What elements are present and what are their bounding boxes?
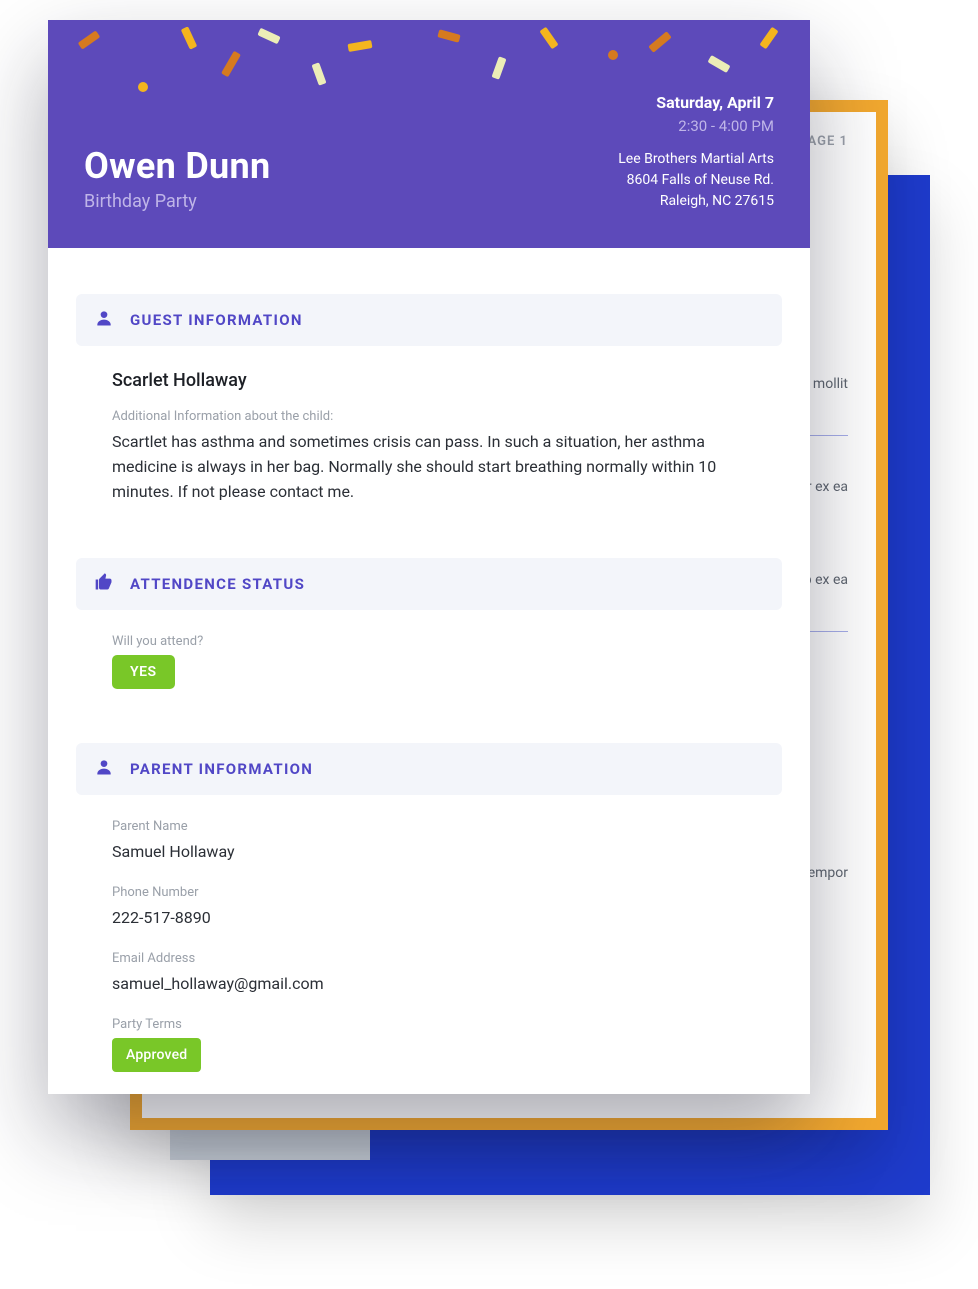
event-venue: Lee Brothers Martial Arts: [618, 149, 774, 170]
page-title: Owen Dunn: [84, 145, 270, 187]
document-header: Owen Dunn Birthday Party Saturday, April…: [48, 20, 810, 248]
attend-status-badge: YES: [112, 655, 175, 689]
field-email: Email Address samuel_hollaway@gmail.com: [112, 951, 746, 997]
confetti-icon: [181, 26, 198, 49]
field-party-terms: Party Terms Approved: [112, 1017, 746, 1072]
event-block: Saturday, April 7 2:30 - 4:00 PM Lee Bro…: [618, 91, 774, 213]
page-subtitle: Birthday Party: [84, 191, 270, 212]
field-value: 222-517-8890: [112, 906, 746, 931]
section-header-attendance: ATTENDENCE STATUS: [76, 558, 782, 610]
confetti-icon: [608, 50, 618, 60]
field-value: samuel_hollaway@gmail.com: [112, 972, 746, 997]
confetti-icon: [257, 28, 280, 45]
field-label: Party Terms: [112, 1017, 746, 1032]
guest-content: Scarlet Hollaway Additional Information …: [76, 370, 782, 558]
section-header-guest: GUEST INFORMATION: [76, 294, 782, 346]
field-label: Phone Number: [112, 885, 746, 900]
parent-content: Parent Name Samuel Hollaway Phone Number…: [76, 819, 782, 1094]
field-value: Scartlet has asthma and sometimes crisis…: [112, 430, 746, 504]
field-label: Email Address: [112, 951, 746, 966]
confetti-icon: [221, 51, 241, 78]
section-title: GUEST INFORMATION: [130, 311, 303, 329]
confetti-icon: [491, 56, 506, 79]
person-icon: [94, 308, 114, 332]
section-header-parent: PARENT INFORMATION: [76, 743, 782, 795]
section-title: PARENT INFORMATION: [130, 760, 313, 778]
background-doc-gray-strip: [170, 1130, 370, 1160]
field-label: Will you attend?: [112, 634, 746, 649]
event-date: Saturday, April 7: [618, 91, 774, 115]
stage: AGE 1 empor ostrud e irure ariatur. moll…: [0, 0, 978, 1289]
confetti-icon: [78, 30, 101, 49]
event-time: 2:30 - 4:00 PM: [618, 115, 774, 138]
person-icon: [94, 757, 114, 781]
field-label: Parent Name: [112, 819, 746, 834]
thumbs-up-icon: [94, 572, 114, 596]
confetti-icon: [347, 40, 372, 52]
title-block: Owen Dunn Birthday Party: [84, 145, 270, 212]
confetti-icon: [311, 62, 326, 85]
field-label: Additional Information about the child:: [112, 409, 746, 424]
field-additional-info: Additional Information about the child: …: [112, 409, 746, 504]
section-title: ATTENDENCE STATUS: [130, 575, 305, 593]
confetti-icon: [648, 31, 672, 53]
confetti-icon: [707, 55, 730, 73]
event-address-line1: 8604 Falls of Neuse Rd.: [618, 170, 774, 191]
confetti-icon: [759, 27, 778, 50]
document-body: GUEST INFORMATION Scarlet Hollaway Addit…: [48, 248, 810, 1094]
field-attend: Will you attend? YES: [112, 634, 746, 689]
event-address-line2: Raleigh, NC 27615: [618, 191, 774, 212]
attendance-content: Will you attend? YES: [76, 634, 782, 743]
field-phone: Phone Number 222-517-8890: [112, 885, 746, 931]
confetti-icon: [437, 29, 460, 42]
confetti-icon: [539, 27, 558, 50]
main-document: Owen Dunn Birthday Party Saturday, April…: [48, 20, 810, 1094]
party-terms-badge: Approved: [112, 1038, 201, 1072]
guest-name: Scarlet Hollaway: [112, 370, 746, 391]
field-value: Samuel Hollaway: [112, 840, 746, 865]
field-parent-name: Parent Name Samuel Hollaway: [112, 819, 746, 865]
